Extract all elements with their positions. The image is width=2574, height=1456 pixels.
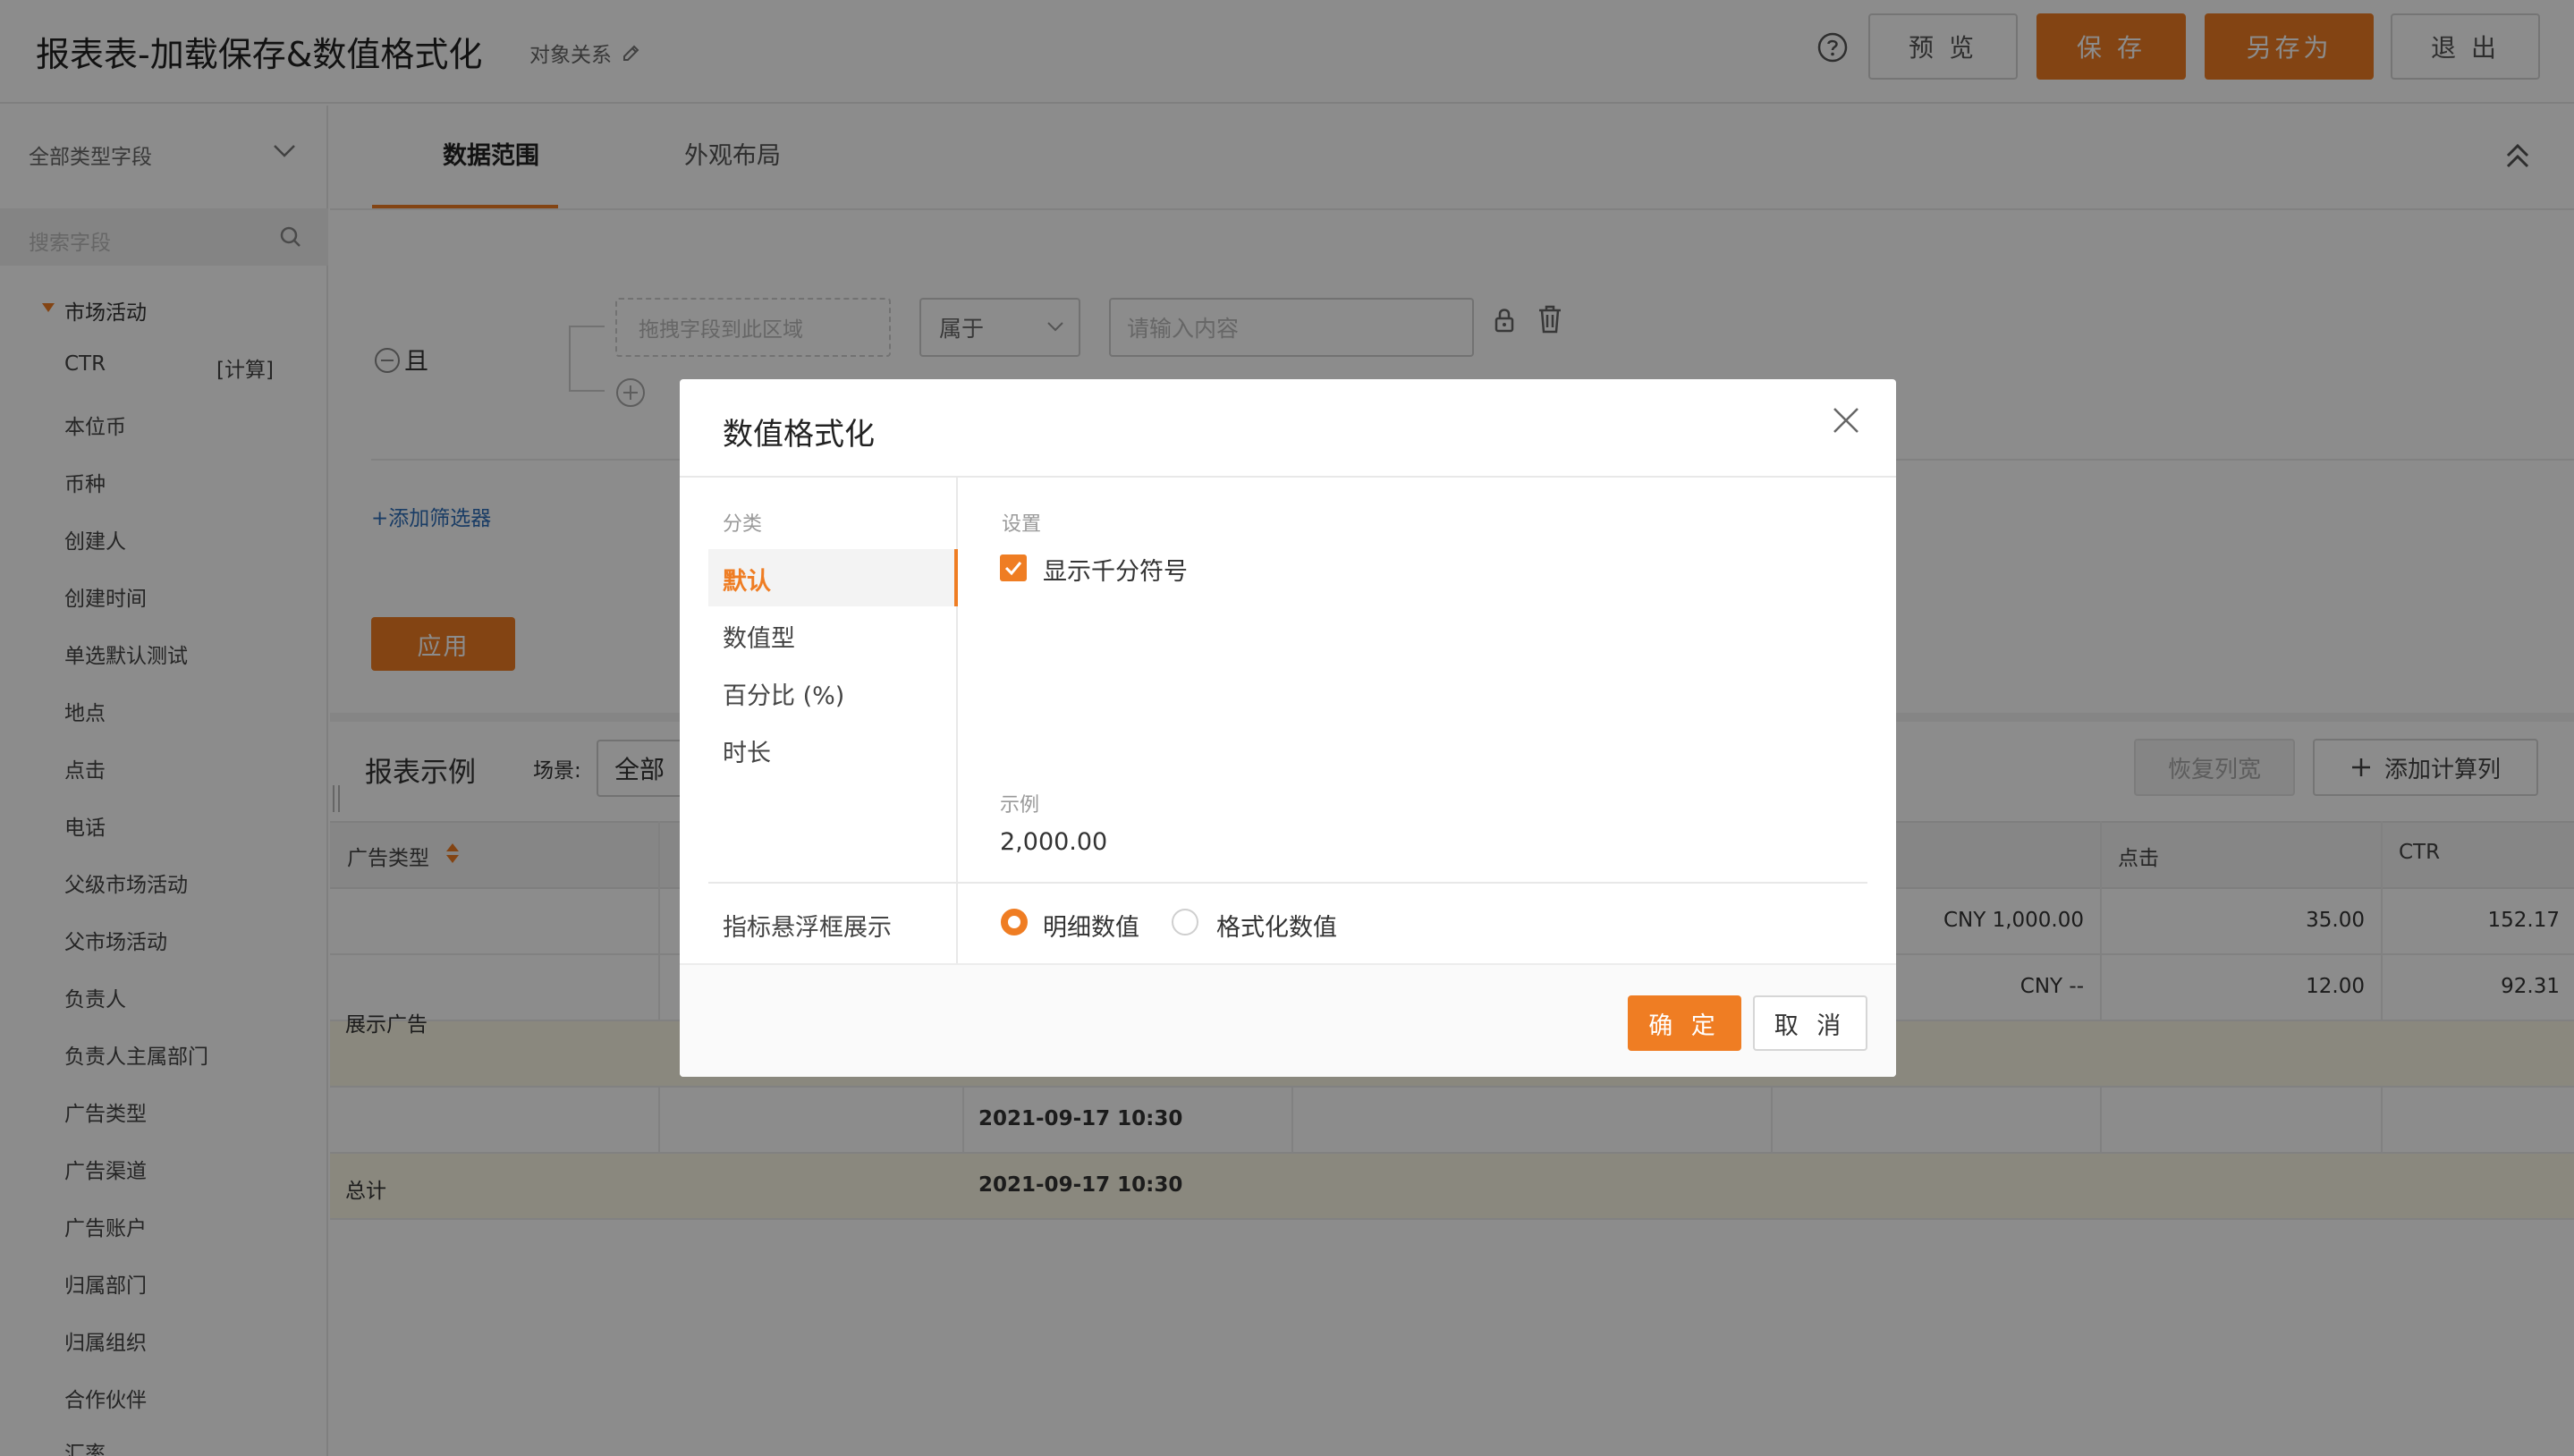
category-percent[interactable]: 百分比 (%) [723, 676, 844, 711]
confirm-button[interactable]: 确 定 [1628, 995, 1741, 1051]
thousand-separator-checkbox[interactable] [1000, 554, 1027, 581]
hover-display-label: 指标悬浮框展示 [723, 914, 892, 942]
close-icon[interactable] [1832, 406, 1860, 435]
dialog-title: 数值格式化 [723, 417, 875, 453]
radio-formatted-value[interactable] [1172, 909, 1198, 935]
example-value: 2,000.00 [1000, 828, 1108, 856]
thousand-separator-label[interactable]: 显示千分符号 [1043, 552, 1188, 587]
cancel-button[interactable]: 取 消 [1753, 995, 1867, 1051]
category-label: 分类 [723, 513, 763, 536]
category-active-indicator [954, 549, 958, 606]
radio-formatted-value-label[interactable]: 格式化数值 [1216, 908, 1337, 943]
dialog-section-divider [708, 882, 1867, 884]
radio-detail-value[interactable] [1001, 909, 1028, 935]
dialog-header-divider [680, 476, 1896, 478]
category-default[interactable]: 默认 [723, 562, 771, 597]
category-duration[interactable]: 时长 [723, 733, 771, 768]
example-label: 示例 [1000, 794, 1040, 817]
category-number[interactable]: 数值型 [723, 619, 795, 654]
radio-detail-value-label[interactable]: 明细数值 [1043, 908, 1139, 943]
settings-label: 设置 [1002, 513, 1042, 536]
